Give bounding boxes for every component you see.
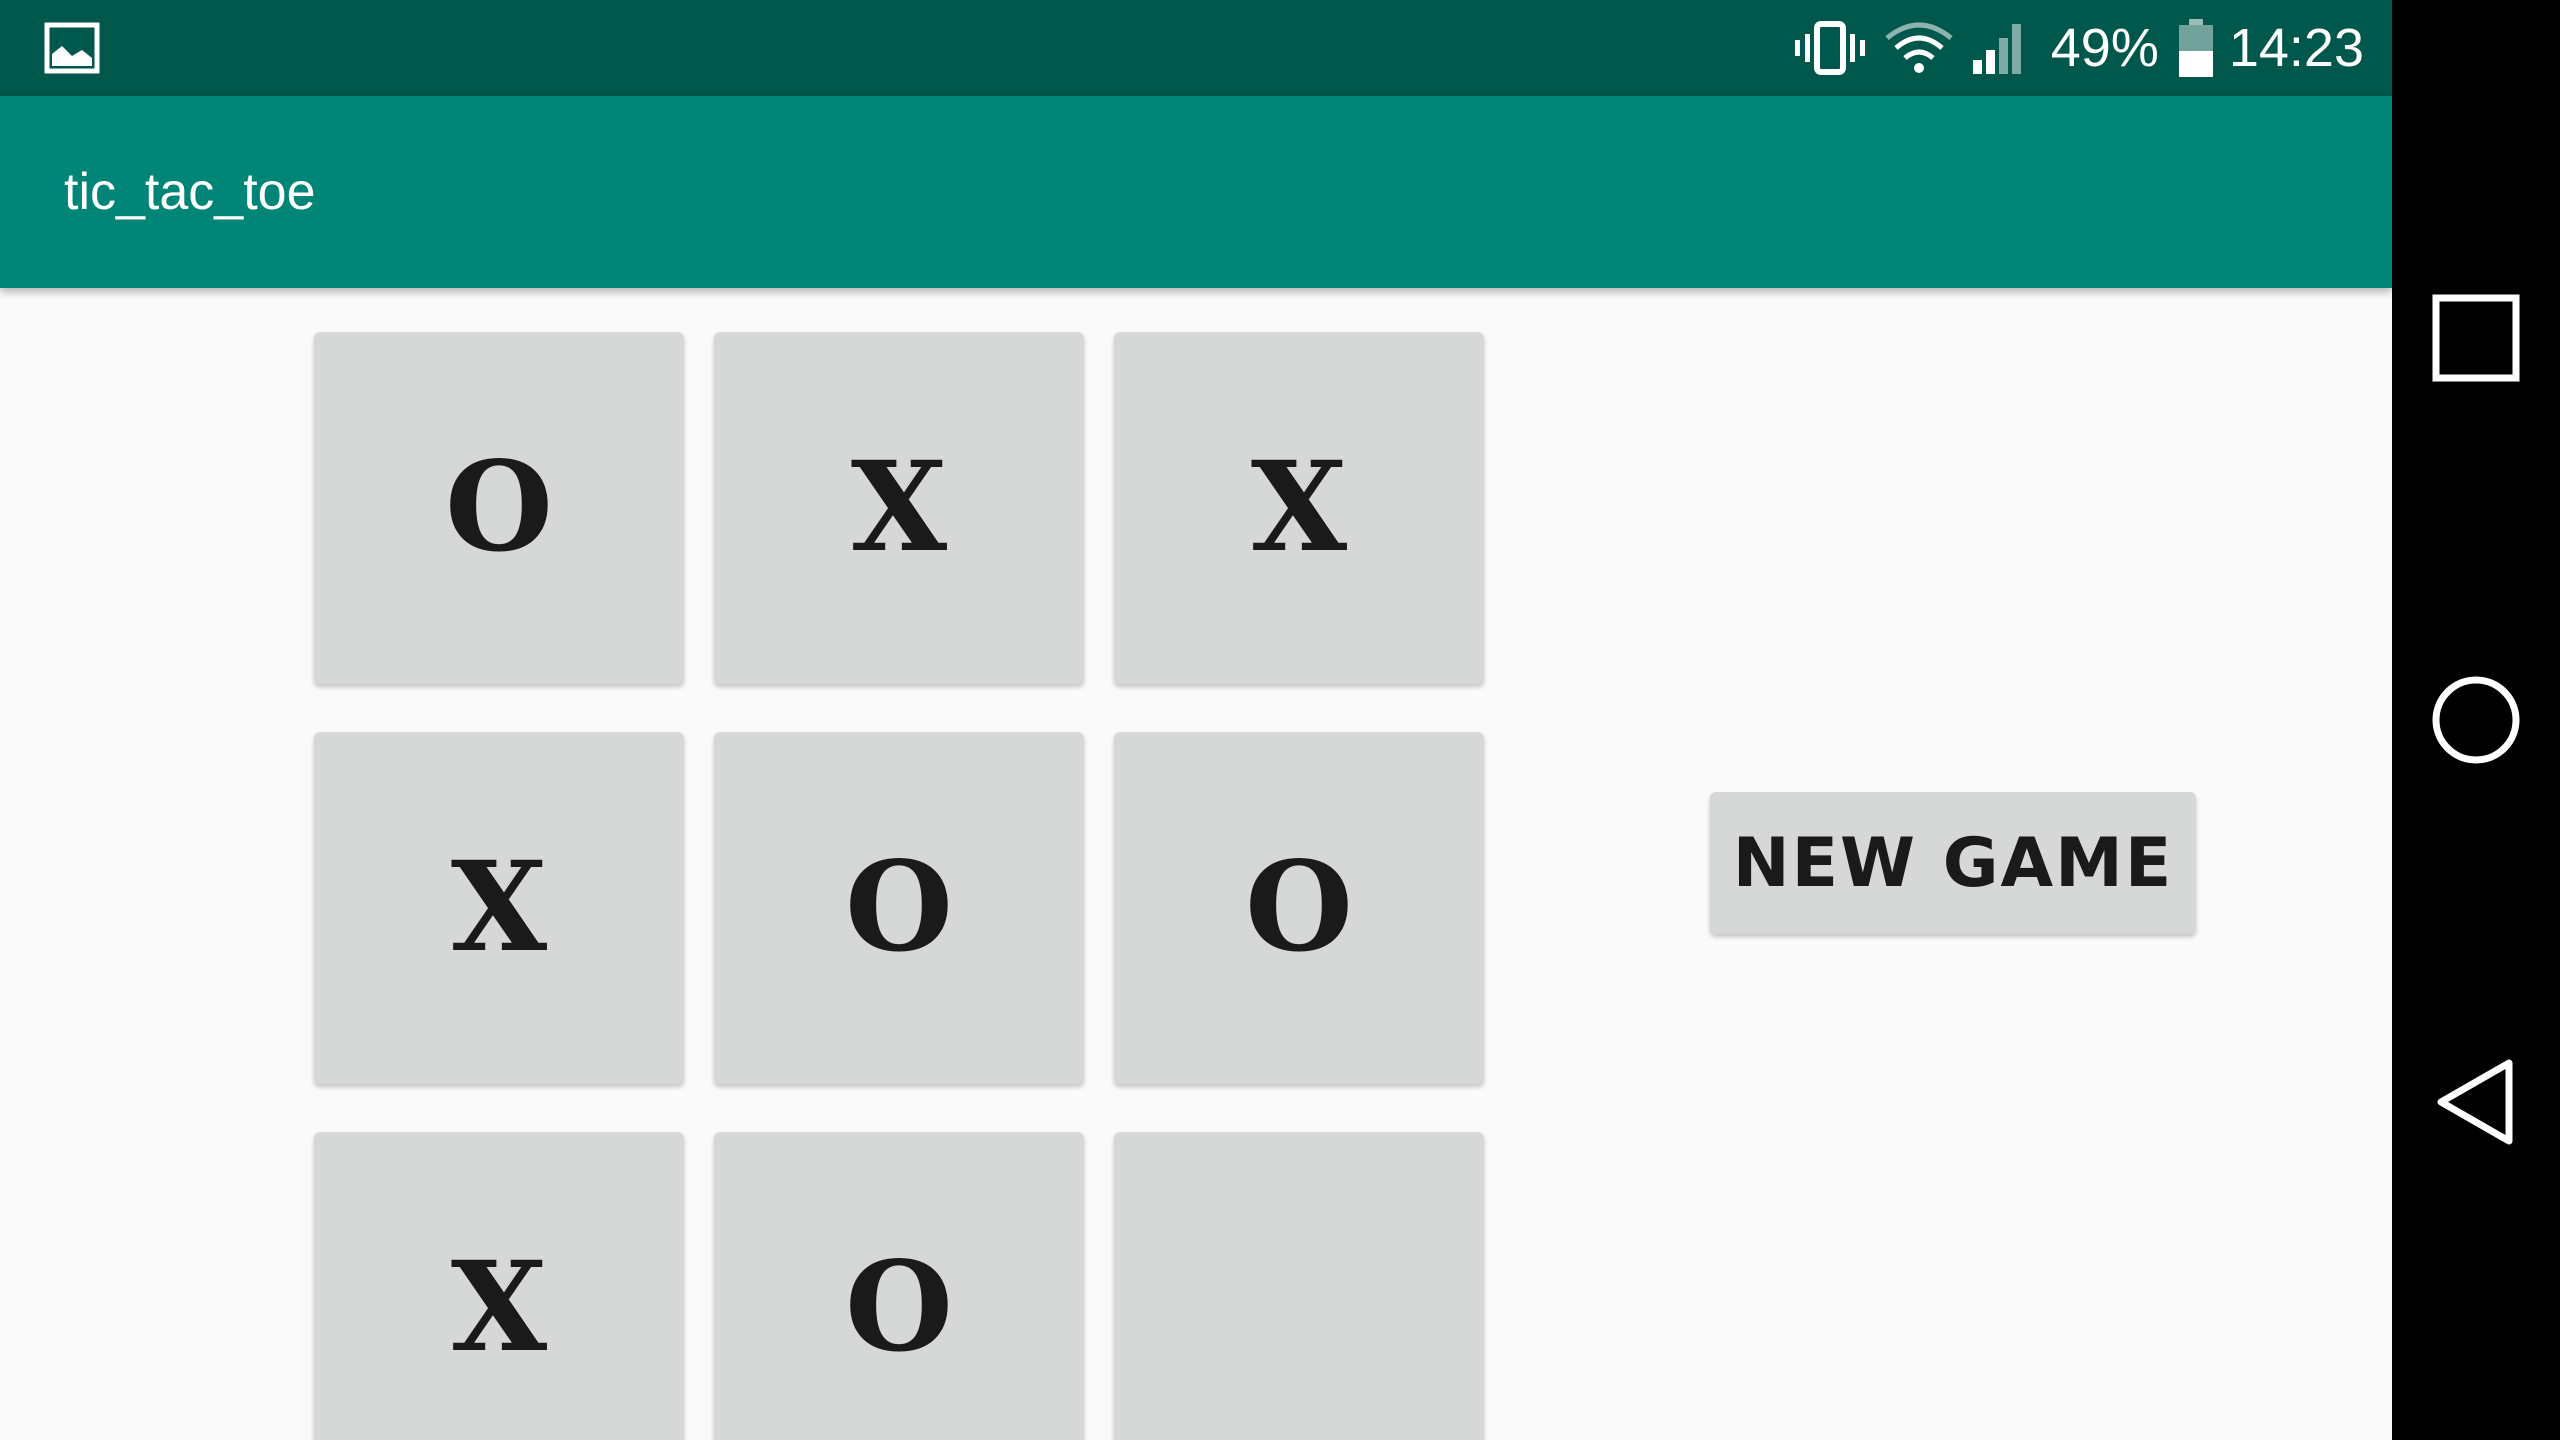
square-recents-icon	[2432, 294, 2520, 382]
back-button[interactable]	[2416, 1042, 2536, 1162]
board-cell-7[interactable]: X	[314, 1132, 684, 1440]
cell-mark: O	[844, 835, 953, 980]
board-cell-3[interactable]: X	[1114, 332, 1484, 684]
app-title: tic_tac_toe	[64, 163, 316, 221]
board-cell-1[interactable]: O	[314, 332, 684, 684]
cell-mark: X	[450, 1235, 548, 1380]
board-cell-9[interactable]	[1114, 1132, 1484, 1440]
board-cell-2[interactable]: X	[714, 332, 1084, 684]
cell-mark: X	[1250, 435, 1348, 580]
app-bar: tic_tac_toe	[0, 96, 2392, 288]
app-screen: 49% 14:23 tic_tac_toe O X X X O O X O NE…	[0, 0, 2392, 1440]
board-cell-6[interactable]: O	[1114, 732, 1484, 1084]
cell-mark: O	[844, 1235, 953, 1380]
cell-mark: X	[450, 835, 548, 980]
recents-button[interactable]	[2416, 278, 2536, 398]
home-button[interactable]	[2416, 660, 2536, 780]
board-cell-4[interactable]: X	[314, 732, 684, 1084]
cell-mark: X	[850, 435, 948, 580]
board-cell-8[interactable]: O	[714, 1132, 1084, 1440]
new-game-button[interactable]: NEW GAME	[1710, 792, 2196, 934]
circle-home-icon	[2432, 676, 2520, 764]
board-cell-5[interactable]: O	[714, 732, 1084, 1084]
new-game-label: NEW GAME	[1732, 823, 2174, 903]
cell-mark: O	[1244, 835, 1353, 980]
cell-mark: O	[444, 435, 553, 580]
triangle-back-icon	[2437, 1059, 2513, 1145]
navigation-bar	[2392, 0, 2560, 1440]
